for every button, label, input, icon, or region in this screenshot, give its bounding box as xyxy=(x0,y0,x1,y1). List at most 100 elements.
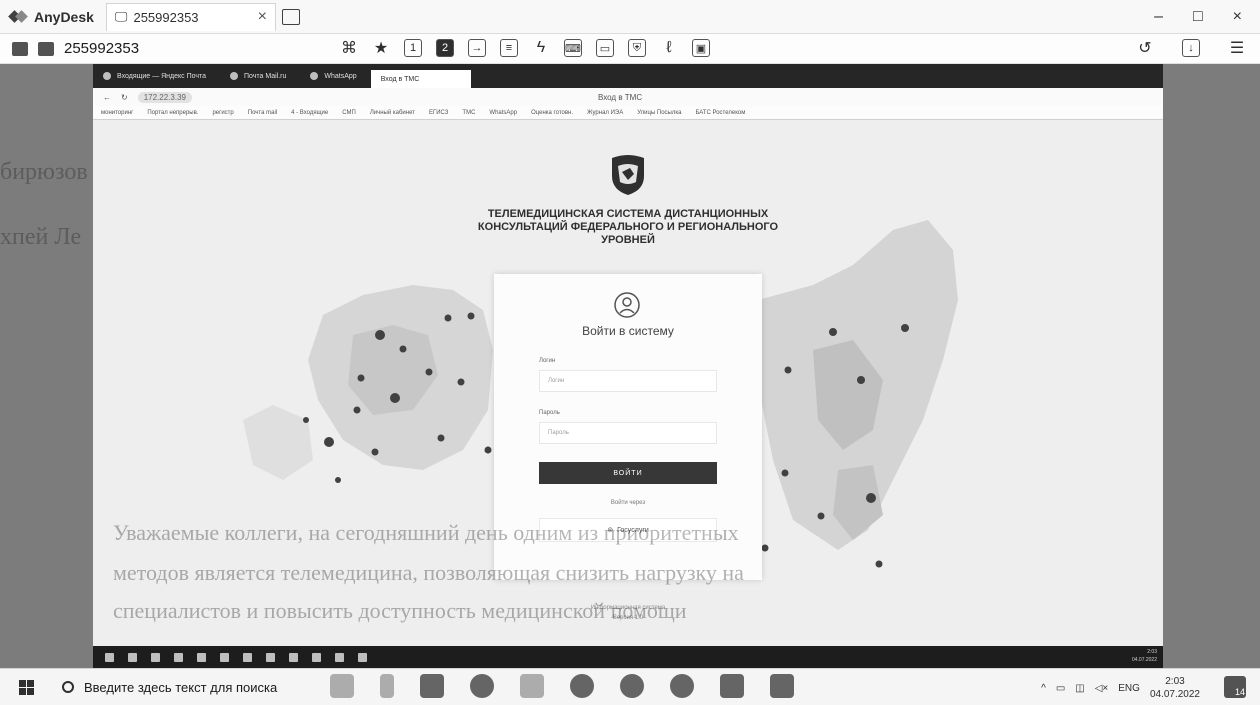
chevron-up-icon[interactable]: ^ xyxy=(1041,683,1046,694)
browser-tab[interactable]: Входящие — Яндекс Почта xyxy=(93,67,216,85)
menu-icon[interactable]: ☰ xyxy=(1228,39,1246,57)
taskbar-clock[interactable]: 2:03 04.07.2022 xyxy=(1150,675,1200,701)
app-name: AnyDesk xyxy=(34,8,94,25)
edge-icon[interactable] xyxy=(570,674,594,698)
remote-clock: 2:03 04.07.2022 xyxy=(1131,649,1157,663)
download-icon[interactable]: ↓ xyxy=(1182,39,1200,57)
bookmark[interactable]: Личный кабинет xyxy=(370,110,415,116)
anydesk-taskbar-icon[interactable] xyxy=(770,674,794,698)
browser-tab-active[interactable]: Вход в ТМС xyxy=(370,70,471,88)
keyboard-icon[interactable]: ⌨ xyxy=(564,39,582,57)
bookmark[interactable]: СМП xyxy=(342,110,356,116)
maximize-button[interactable]: □ xyxy=(1193,8,1203,26)
bookmark[interactable]: Журнал ИЭА xyxy=(587,110,623,116)
window-controls: – □ × xyxy=(1154,8,1260,26)
notification-count: 14 xyxy=(1234,687,1245,697)
login-input[interactable]: Логин xyxy=(539,370,717,392)
anydesk-toolbar: 255992353 ⌘ ★ 1 2 → ≡ ϟ ⌨ ▭ ⛨ ℓ ▣ ↺ ↓ ☰ xyxy=(0,34,1260,64)
chrome-icon[interactable] xyxy=(470,674,494,698)
remote-browser-window: Входящие — Яндекс Почта Почта Mail.ru Wh… xyxy=(93,64,1163,646)
history-icon[interactable]: ↺ xyxy=(1136,39,1154,57)
battery-icon[interactable]: ▭ xyxy=(1056,683,1065,694)
url-field[interactable]: 172.22.3.39 xyxy=(137,91,192,103)
password-input[interactable]: Пароль xyxy=(539,422,717,444)
bookmark[interactable]: Портал непрерыв. xyxy=(147,110,198,116)
new-tab-icon[interactable] xyxy=(281,8,300,25)
system-tray: ^ ▭ ◫ ◁× ENG 2:03 04.07.2022 xyxy=(1041,675,1200,701)
monitor-icon: 🖵 xyxy=(114,9,128,24)
store-icon[interactable] xyxy=(520,674,544,698)
search-placeholder: Введите здесь текст для поиска xyxy=(84,679,278,695)
minimize-button[interactable]: – xyxy=(1154,8,1163,26)
remote-app-icon[interactable] xyxy=(197,652,206,662)
anydesk-logo-icon xyxy=(10,10,28,24)
bookmark[interactable]: регистр xyxy=(212,110,233,116)
bookmark[interactable]: Улицы Посылка xyxy=(637,110,681,116)
close-tab-icon[interactable]: × xyxy=(258,8,267,26)
remote-app-icon[interactable] xyxy=(335,652,344,662)
close-window-button[interactable]: × xyxy=(1233,8,1242,26)
remote-app-icon[interactable] xyxy=(174,652,183,662)
remote-app-icon[interactable] xyxy=(266,652,275,662)
cortana-icon[interactable] xyxy=(330,674,354,698)
browser-tab[interactable]: WhatsApp xyxy=(300,67,366,85)
back-icon[interactable]: ← xyxy=(103,93,111,102)
bookmark[interactable]: Оценка готовн. xyxy=(531,110,573,116)
reload-icon[interactable]: ↻ xyxy=(121,93,128,102)
file-transfer-icon[interactable]: → xyxy=(468,39,486,57)
notifications-icon[interactable]: 14 xyxy=(1224,676,1246,698)
remote-app-icon[interactable] xyxy=(312,652,321,662)
chat-icon[interactable]: ≡ xyxy=(500,39,518,57)
anydesk-logo: AnyDesk xyxy=(0,9,94,25)
alt-login-link[interactable]: Войти через xyxy=(494,500,762,506)
login-title: Войти в систему xyxy=(582,324,674,338)
bookmark[interactable]: мониторинг xyxy=(101,110,133,116)
password-label: Пароль xyxy=(539,410,560,416)
taskbar-search[interactable]: Введите здесь текст для поиска xyxy=(62,672,332,702)
windows-start-icon[interactable] xyxy=(19,679,34,695)
remote-app-icon[interactable] xyxy=(220,652,229,662)
bookmark[interactable]: БАТС Ростелеком xyxy=(695,110,745,116)
word-icon[interactable] xyxy=(720,674,744,698)
browser-tab[interactable]: Почта Mail.ru xyxy=(220,67,296,85)
background-text-3: Уважаемые коллеги, на сегодняшний день о… xyxy=(113,520,739,545)
permissions-shield-icon[interactable]: ⛨ xyxy=(628,39,646,57)
login-submit-button[interactable]: ВОЙТИ xyxy=(539,462,717,484)
monitor-2-button[interactable]: 2 xyxy=(436,39,454,57)
monitor-1-button[interactable]: 1 xyxy=(404,39,422,57)
remote-border-right xyxy=(1163,64,1260,668)
actions-icon[interactable]: ϟ xyxy=(532,39,550,57)
remote-border-left: бирюзов О.П. хпей Ле xyxy=(0,64,140,668)
task-view-icon[interactable] xyxy=(380,674,394,698)
whatsapp-icon[interactable] xyxy=(620,674,644,698)
session-tab[interactable]: 🖵 255992353 × xyxy=(105,2,276,31)
screenshot-icon[interactable]: ▣ xyxy=(692,39,710,57)
language-indicator[interactable]: ENG xyxy=(1118,683,1140,694)
anydesk-titlebar: AnyDesk 🖵 255992353 × – □ × xyxy=(0,0,1260,34)
bookmark[interactable]: 4 - Входящие xyxy=(291,110,328,116)
bookmark[interactable]: WhatsApp xyxy=(489,110,517,116)
remote-start-icon[interactable] xyxy=(105,652,114,662)
remote-app-icon[interactable] xyxy=(243,652,252,662)
remote-app-icon[interactable] xyxy=(358,652,367,662)
connection-icon[interactable] xyxy=(12,41,28,56)
remote-app-icon[interactable] xyxy=(151,652,160,662)
windows-taskbar: Введите здесь текст для поиска ^ ▭ ◫ ◁× … xyxy=(0,668,1260,705)
bookmark[interactable]: ТМС xyxy=(462,110,475,116)
remote-app-icon[interactable] xyxy=(289,652,298,662)
bookmark[interactable]: ЕГИСЗ xyxy=(429,110,448,116)
volume-icon[interactable]: ◁× xyxy=(1095,683,1109,694)
remote-desk-icon[interactable] xyxy=(38,41,54,56)
page-title: Вход в ТМС xyxy=(598,92,643,102)
display-icon[interactable]: ▭ xyxy=(596,39,614,57)
system-title-line: КОНСУЛЬТАЦИЙ ФЕДЕРАЛЬНОГО И РЕГИОНАЛЬНОГ… xyxy=(477,221,779,233)
remote-search-icon[interactable] xyxy=(128,652,137,662)
browser-tab-strip: Входящие — Яндекс Почта Почта Mail.ru Wh… xyxy=(93,64,1163,88)
remote-screen[interactable]: бирюзов О.П. хпей Ле Входящие — Яндекс П… xyxy=(0,64,1260,668)
bookmark[interactable]: Почта mail xyxy=(248,110,277,116)
telegram-icon[interactable] xyxy=(670,674,694,698)
favorite-star-icon[interactable]: ★ xyxy=(372,39,390,57)
excel-icon[interactable] xyxy=(420,674,444,698)
network-icon[interactable]: ◫ xyxy=(1075,683,1084,694)
whiteboard-pen-icon[interactable]: ℓ xyxy=(660,39,678,57)
